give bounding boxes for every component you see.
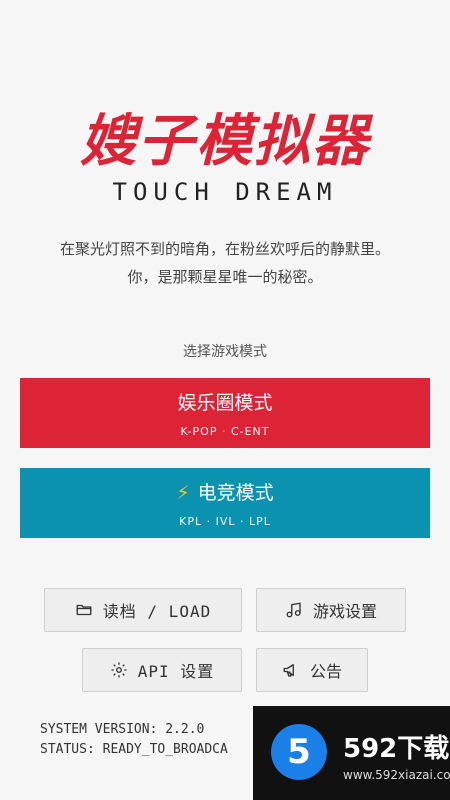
load-button-label: 读档 / LOAD (102, 602, 212, 621)
entertainment-mode-label: 娱乐圈模式 (177, 392, 273, 414)
api-settings-label: API 设置 (137, 662, 215, 681)
system-state: STATUS: READY_TO_BROADCA (40, 742, 228, 757)
music-note-icon (286, 602, 301, 618)
tagline-line-1: 在聚光灯照不到的暗角，在粉丝欢呼后的静默里。 (59, 240, 390, 258)
lightning-icon: ⚡ (176, 482, 190, 504)
notice-label: 公告 (309, 662, 342, 681)
esports-mode-button[interactable]: ⚡ 电竞模式 KPL · IVL · LPL (20, 468, 430, 538)
watermark-logo-icon: 5 (271, 724, 327, 780)
api-settings-button[interactable]: API 设置 (82, 648, 242, 692)
notice-button[interactable]: 公告 (256, 648, 368, 692)
esports-mode-label: 电竞模式 (197, 482, 274, 504)
mode-select-prompt: 选择游戏模式 (183, 344, 267, 360)
app-title-logo: 嫂子模拟器 (80, 109, 370, 174)
load-button[interactable]: 读档 / LOAD (44, 588, 242, 632)
game-settings-label: 游戏设置 (312, 602, 377, 621)
watermark-brand: 592下载 (343, 734, 450, 764)
system-status: SYSTEM VERSION: 2.2.0 STATUS: READY_TO_B… (40, 720, 280, 760)
tagline: 在聚光灯照不到的暗角，在粉丝欢呼后的静默里。 你，是那颗星星唯一的秘密。 (0, 235, 450, 291)
tagline-line-2: 你，是那颗星星唯一的秘密。 (127, 268, 323, 286)
megaphone-icon (283, 664, 294, 677)
game-settings-button[interactable]: 游戏设置 (256, 588, 406, 632)
system-version: SYSTEM VERSION: 2.2.0 (40, 722, 205, 737)
entertainment-mode-sub: K-POP · C-ENT (180, 425, 270, 438)
entertainment-mode-button[interactable]: 娱乐圈模式 K-POP · C-ENT (20, 378, 430, 448)
gear-icon (111, 662, 127, 678)
app-subtitle: TOUCH DREAM (112, 178, 338, 206)
esports-mode-sub: KPL · IVL · LPL (179, 515, 271, 528)
watermark-592-overlay: 5 592下载 www.592xiazai.com (253, 706, 450, 800)
watermark-url: www.592xiazai.com (343, 768, 450, 782)
folder-icon (76, 604, 92, 616)
